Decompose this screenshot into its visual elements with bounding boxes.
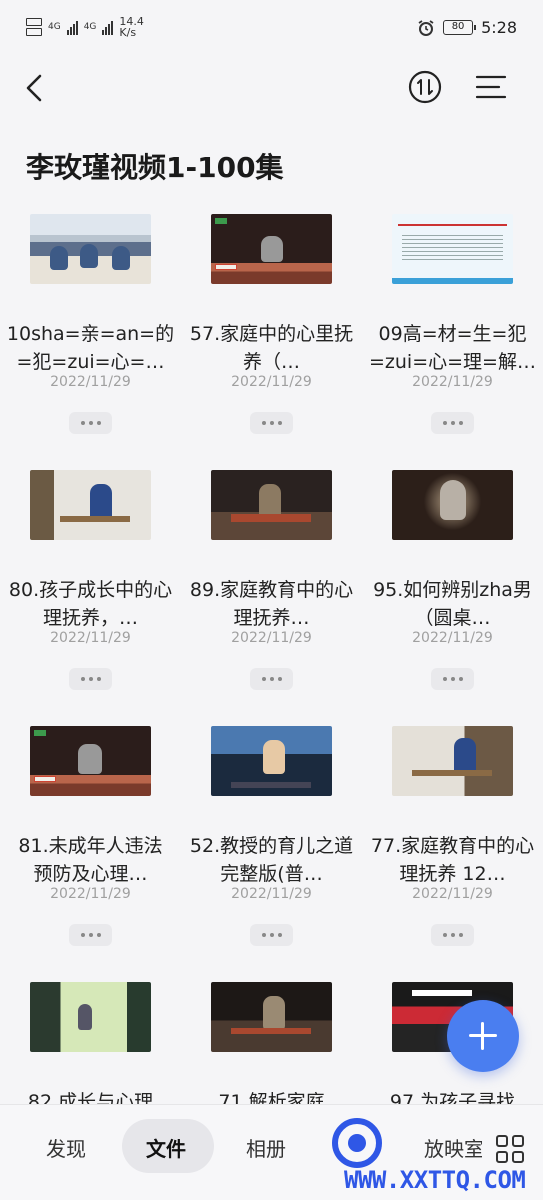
video-title[interactable]: 09高=材=生=犯=zui=心=理=解… (368, 320, 537, 376)
video-date: 2022/11/29 (50, 886, 131, 902)
video-thumbnail[interactable] (211, 214, 332, 284)
more-options-button[interactable] (250, 924, 293, 946)
video-thumbnail[interactable] (392, 470, 513, 540)
video-title[interactable]: 89.家庭教育中的心理抚养… (187, 576, 356, 632)
video-thumbnail[interactable] (30, 726, 151, 796)
video-card[interactable]: 77.家庭教育中的心理抚养 12… 2022/11/29 (362, 712, 543, 968)
video-title[interactable]: 10sha=亲=an=的=犯=zui=心=… (6, 320, 175, 376)
page-title: 李玫瑾视频1-100集 (26, 151, 284, 184)
watermark-logo-icon (332, 1118, 382, 1168)
video-date: 2022/11/29 (231, 630, 312, 646)
video-title[interactable]: 52.教授的育儿之道完整版(普… (187, 832, 356, 888)
signal2-icon (102, 19, 114, 35)
sim1-label: 4G (48, 22, 61, 32)
video-date: 2022/11/29 (412, 374, 493, 390)
menu-icon[interactable] (474, 72, 508, 102)
top-nav (0, 60, 543, 120)
tab-album[interactable]: 相册 (246, 1133, 286, 1162)
signal-icon (66, 19, 78, 35)
more-options-button[interactable] (69, 668, 112, 690)
video-thumbnail[interactable] (392, 214, 513, 284)
video-title[interactable]: 81.未成年人违法 预防及心理… (6, 832, 175, 888)
add-button[interactable] (447, 1000, 519, 1072)
sim2-label: 4G (83, 22, 97, 32)
video-title[interactable]: 57.家庭中的心里抚养（… (187, 320, 356, 376)
video-thumbnail[interactable] (30, 470, 151, 540)
speed-unit: K/s (119, 26, 137, 39)
video-card[interactable]: 52.教授的育儿之道完整版(普… 2022/11/29 (181, 712, 362, 968)
video-card[interactable]: 09高=材=生=犯=zui=心=理=解… 2022/11/29 (362, 200, 543, 456)
video-title[interactable]: 77.家庭教育中的心理抚养 12… (368, 832, 537, 888)
video-card[interactable]: 81.未成年人违法 预防及心理… 2022/11/29 (0, 712, 181, 968)
video-title[interactable]: 80.孩子成长中的心理抚养，… (6, 576, 175, 632)
video-thumbnail[interactable] (30, 982, 151, 1052)
video-date: 2022/11/29 (50, 374, 131, 390)
sim-icon (26, 18, 42, 36)
video-thumbnail[interactable] (30, 214, 151, 284)
clock: 5:28 (481, 18, 517, 37)
more-options-button[interactable] (431, 412, 474, 434)
tab-discover[interactable]: 发现 (46, 1133, 86, 1162)
watermark-text: WWW.XXTTQ.COM (344, 1166, 526, 1194)
status-bar: 4G 4G 14.4 K/s 80 5:28 (0, 0, 543, 56)
video-thumbnail[interactable] (211, 470, 332, 540)
more-options-button[interactable] (431, 924, 474, 946)
more-options-button[interactable] (69, 924, 112, 946)
back-icon[interactable] (20, 70, 50, 106)
more-options-button[interactable] (431, 668, 474, 690)
video-date: 2022/11/29 (231, 374, 312, 390)
video-card[interactable]: 10sha=亲=an=的=犯=zui=心=… 2022/11/29 (0, 200, 181, 456)
video-thumbnail[interactable] (211, 726, 332, 796)
video-thumbnail[interactable] (392, 726, 513, 796)
video-date: 2022/11/29 (231, 886, 312, 902)
network-speed: 14.4 K/s (119, 16, 144, 38)
video-date: 2022/11/29 (412, 886, 493, 902)
tab-files[interactable]: 文件 (146, 1133, 186, 1162)
alarm-icon (418, 19, 434, 36)
watermark: WWW.XXTTQ.COM (332, 1116, 543, 1200)
video-card[interactable]: 80.孩子成长中的心理抚养，… 2022/11/29 (0, 456, 181, 712)
more-options-button[interactable] (250, 668, 293, 690)
sort-icon[interactable] (408, 70, 442, 104)
battery-icon: 80 (443, 20, 477, 35)
status-left: 4G 4G 14.4 K/s (26, 16, 144, 38)
video-date: 2022/11/29 (412, 630, 493, 646)
status-right: 80 5:28 (417, 18, 517, 37)
video-card[interactable]: 57.家庭中的心里抚养（… 2022/11/29 (181, 200, 362, 456)
video-card[interactable]: 89.家庭教育中的心理抚养… 2022/11/29 (181, 456, 362, 712)
more-options-button[interactable] (69, 412, 112, 434)
video-title[interactable]: 95.如何辨别zha男（圆桌… (368, 576, 537, 632)
video-card[interactable]: 95.如何辨别zha男（圆桌… 2022/11/29 (362, 456, 543, 712)
video-date: 2022/11/29 (50, 630, 131, 646)
video-thumbnail[interactable] (211, 982, 332, 1052)
more-options-button[interactable] (250, 412, 293, 434)
